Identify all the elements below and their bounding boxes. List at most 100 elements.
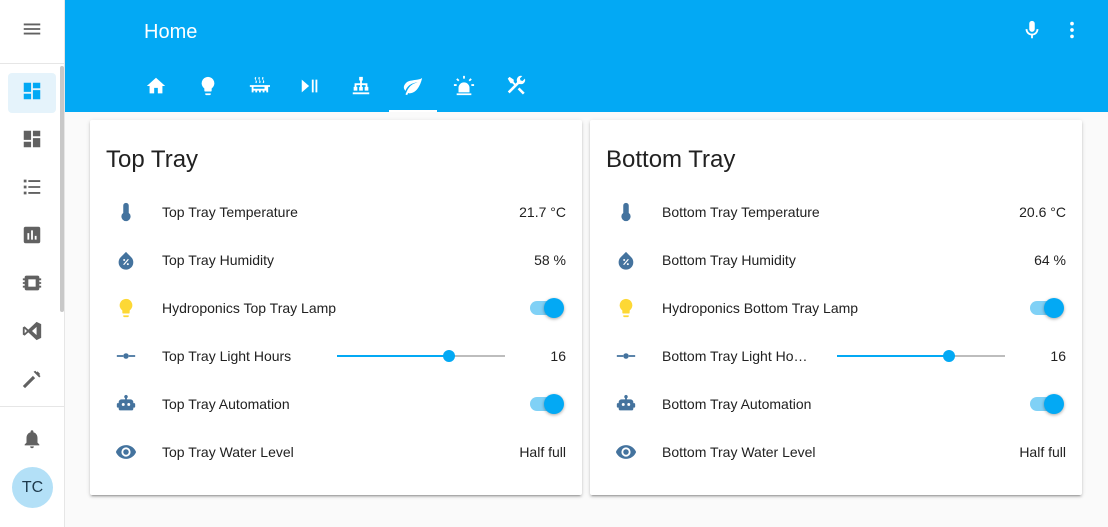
thermometer-icon [614,200,638,224]
sidebar-item-esphome[interactable] [8,265,56,305]
card-top-tray: Top Tray Top Tray Temperature 21.7 °C To… [90,120,582,495]
entity-row[interactable]: Bottom Tray Humidity 64 % [606,240,1066,280]
tab-media[interactable] [286,64,334,112]
eye-icon [614,440,638,464]
water-percent-icon [614,248,638,272]
tab-network[interactable] [337,64,385,112]
entity-value: 20.6 °C [1019,204,1066,220]
chip-icon [21,272,43,299]
entity-name: Top Tray Humidity [162,252,275,268]
lamp-toggle[interactable] [528,297,566,319]
sidebar-header [0,0,64,64]
robot-icon [114,392,138,416]
slider-fill [337,355,450,357]
more-vertical-icon [1061,19,1083,46]
sidebar-divider [0,406,64,407]
entity-row[interactable]: Top Tray Water Level Half full [106,432,566,472]
bell-icon [21,428,43,455]
sidebar-item-developer-tools[interactable] [8,361,56,401]
sidebar-scrollbar[interactable] [60,66,64,312]
sidebar-item-history[interactable] [8,217,56,257]
entity-name: Bottom Tray Humidity [662,252,796,268]
hammer-icon [21,368,43,395]
card-bottom-tray: Bottom Tray Bottom Tray Temperature 20.6… [590,120,1082,495]
list-icon [21,176,43,203]
eye-icon [114,440,138,464]
tab-heating[interactable] [235,64,283,112]
entity-value: 16 [550,348,566,364]
more-options-button[interactable] [1060,20,1084,44]
ray-vertex-icon [614,344,638,368]
alarm-light-icon [453,75,475,102]
lightbulb-icon [614,296,638,320]
entity-value: 16 [1050,348,1066,364]
sidebar-item-overview[interactable] [8,73,56,113]
entity-row[interactable]: Top Tray Temperature 21.7 °C [106,192,566,232]
tools-icon [505,75,527,102]
light-hours-slider[interactable] [337,350,505,362]
entity-row[interactable]: Hydroponics Top Tray Lamp [106,288,566,328]
entity-row[interactable]: Bottom Tray Automation [606,384,1066,424]
entity-row[interactable]: Top Tray Light Hours 16 [106,336,566,376]
light-hours-slider[interactable] [837,350,1005,362]
slider-knob[interactable] [943,350,956,362]
sidebar-item-notifications[interactable] [8,421,56,461]
lightbulb-icon [197,75,219,102]
entity-name: Bottom Tray Light Hou… [662,348,814,364]
radiator-icon [248,75,270,102]
entity-name: Bottom Tray Temperature [662,204,820,220]
slider-knob[interactable] [443,350,456,362]
entity-name: Top Tray Light Hours [162,348,292,364]
chart-box-icon [21,224,43,251]
entity-name: Hydroponics Top Tray Lamp [162,300,337,316]
app-header: Home [65,0,1108,112]
water-percent-icon [114,248,138,272]
thermometer-icon [114,200,138,224]
tab-home[interactable] [132,64,180,112]
entity-row[interactable]: Hydroponics Bottom Tray Lamp [606,288,1066,328]
entity-name: Bottom Tray Water Level [662,444,816,460]
entity-value: Half full [519,444,566,460]
entity-row[interactable]: Top Tray Humidity 58 % [106,240,566,280]
sidebar-item-dashboard[interactable] [8,121,56,161]
avatar[interactable]: TC [12,467,53,508]
card-title: Top Tray [106,146,199,173]
entity-row[interactable]: Bottom Tray Water Level Half full [606,432,1066,472]
dashboard-icon [21,128,43,155]
entity-value: 58 % [534,252,566,268]
entity-row[interactable]: Bottom Tray Temperature 20.6 °C [606,192,1066,232]
menu-icon[interactable] [21,18,43,45]
play-pause-icon [299,75,321,102]
tab-garden[interactable] [389,64,437,112]
entity-row[interactable]: Bottom Tray Light Hou… 16 [606,336,1066,376]
tab-tools[interactable] [492,64,540,112]
vscode-icon [21,320,43,347]
lamp-toggle[interactable] [1028,297,1066,319]
tab-alarm[interactable] [440,64,488,112]
entity-value: 64 % [1034,252,1066,268]
card-title: Bottom Tray [606,146,736,173]
slider-fill [837,355,950,357]
entity-name: Bottom Tray Automation [662,396,812,412]
tab-lights[interactable] [184,64,232,112]
automation-toggle[interactable] [1028,393,1066,415]
microphone-button[interactable] [1020,20,1044,44]
entity-name: Top Tray Water Level [162,444,294,460]
lightbulb-icon [114,296,138,320]
dashboard-icon [21,80,43,107]
page-title: Home [144,21,198,43]
network-icon [350,75,372,102]
home-icon [145,75,167,102]
entity-name: Hydroponics Bottom Tray Lamp [662,300,859,316]
microphone-icon [1021,19,1043,46]
entity-name: Top Tray Temperature [162,204,298,220]
automation-toggle[interactable] [528,393,566,415]
sidebar-item-logbook[interactable] [8,169,56,209]
sidebar-item-vscode[interactable] [8,313,56,353]
ray-vertex-icon [114,344,138,368]
leaf-icon [402,75,424,102]
entity-name: Top Tray Automation [162,396,290,412]
entity-value: 21.7 °C [519,204,566,220]
entity-value: Half full [1019,444,1066,460]
entity-row[interactable]: Top Tray Automation [106,384,566,424]
